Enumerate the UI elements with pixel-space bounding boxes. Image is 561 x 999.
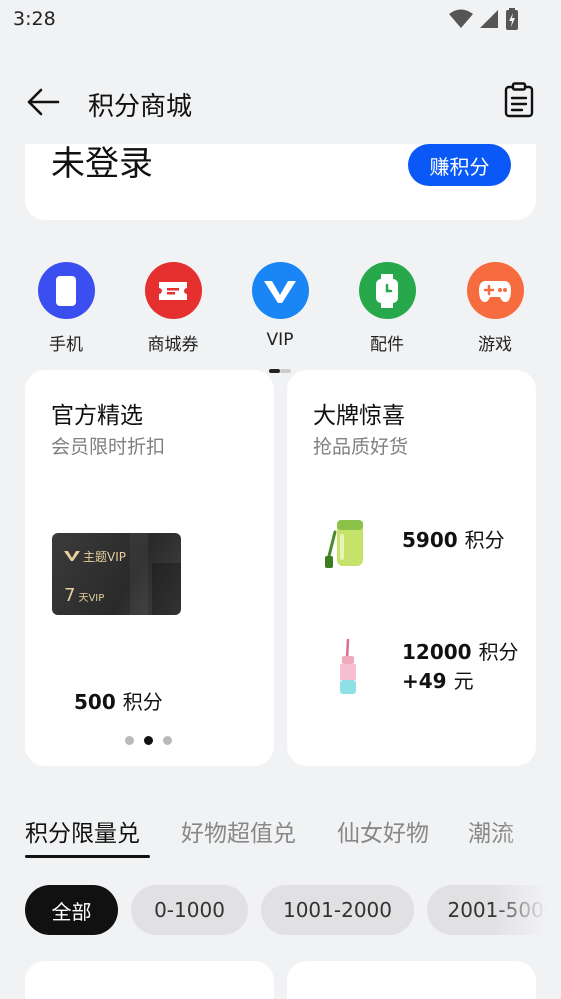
green-blender-cup-image	[323, 512, 375, 572]
category-label: VIP	[266, 330, 294, 350]
category-label: 配件	[370, 335, 404, 355]
category-coupon[interactable]: 商城券	[128, 262, 218, 355]
vip-theme-card-image[interactable]: 主题VIP 7 天VIP	[52, 533, 181, 615]
tab-fairy-goods[interactable]: 仙女好物	[337, 814, 429, 848]
filter-1001-2000[interactable]: 1001-2000	[261, 885, 414, 935]
category-tabs: 积分限量兑 好物超值兑 仙女好物 潮流	[0, 810, 561, 862]
tab-limited-redeem[interactable]: 积分限量兑	[25, 814, 140, 848]
price-unit: 积分	[122, 690, 163, 714]
coupon-icon	[144, 262, 202, 319]
promo-title: 大牌惊喜	[313, 403, 405, 429]
pink-water-flosser-image	[323, 638, 375, 698]
product-card[interactable]	[287, 961, 536, 999]
tab-active-underline	[25, 855, 150, 858]
signal-icon	[479, 9, 499, 33]
login-status[interactable]: 未登录	[51, 144, 153, 184]
price-line-cash: +49 元	[402, 667, 519, 696]
filter-all[interactable]: 全部	[25, 885, 118, 935]
product-price: 5900 积分	[402, 526, 505, 555]
category-label: 手机	[49, 335, 83, 355]
price-unit: 积分	[478, 640, 519, 664]
category-accessories[interactable]: 配件	[342, 262, 432, 355]
points-range-filters: 全部 0-1000 1001-2000 2001-5000	[0, 885, 561, 935]
carousel-dot-active	[144, 736, 153, 745]
category-vip[interactable]: VIP	[235, 262, 325, 350]
carousel-dots	[125, 736, 172, 745]
earn-points-button[interactable]: 赚积分	[408, 144, 511, 186]
status-icons	[449, 8, 519, 34]
tab-value-redeem[interactable]: 好物超值兑	[181, 814, 296, 848]
category-label: 商城券	[147, 335, 199, 355]
price-value: 12000	[402, 640, 472, 664]
category-games[interactable]: 游戏	[450, 262, 540, 355]
carousel-dot	[125, 736, 134, 745]
app-header: 积分商城	[0, 60, 561, 146]
vip-days-number: 7	[64, 585, 76, 606]
status-bar: 3:28	[0, 0, 561, 40]
filter-0-1000[interactable]: 0-1000	[131, 885, 248, 935]
page-title: 积分商城	[88, 92, 193, 122]
vip-days: 7 天VIP	[64, 585, 104, 606]
vip-logo-icon	[64, 547, 80, 566]
vip-days-unit: 天VIP	[78, 593, 105, 604]
orders-button[interactable]	[499, 82, 539, 122]
price-unit: 元	[453, 669, 474, 693]
status-time: 3:28	[13, 8, 56, 30]
promo-subtitle: 会员限时折扣	[51, 436, 166, 458]
vip-badge-text: 主题VIP	[83, 550, 126, 564]
price-value: 5900	[402, 528, 458, 552]
price-value: +49	[402, 669, 447, 693]
category-label: 游戏	[478, 335, 512, 355]
vip-icon	[251, 262, 309, 319]
user-card: 未登录 赚积分	[25, 144, 536, 220]
wifi-icon	[449, 9, 473, 33]
battery-charging-icon	[505, 8, 519, 34]
category-shortcuts: 手机 商城券 VIP 配件 游戏	[0, 262, 561, 362]
promo-title: 官方精选	[51, 403, 143, 429]
arrow-left-icon	[26, 87, 60, 121]
price-value: 500	[74, 690, 116, 714]
price-unit: 积分	[464, 528, 505, 552]
promo-card-official[interactable]: 官方精选 会员限时折扣 主题VIP 7 天VIP 500 积分	[25, 370, 274, 766]
vip-badge: 主题VIP	[64, 547, 126, 566]
phone-icon	[37, 262, 95, 319]
category-phone[interactable]: 手机	[21, 262, 111, 355]
watch-icon	[358, 262, 416, 319]
carousel-dot	[163, 736, 172, 745]
price-line-points: 12000 积分	[402, 638, 519, 667]
clipboard-icon	[503, 82, 535, 122]
product-price: 12000 积分 +49 元	[402, 638, 519, 696]
product-card[interactable]	[25, 961, 274, 999]
product-price: 500 积分	[74, 686, 163, 715]
promo-card-brands[interactable]: 大牌惊喜 抢品质好货 5900 积分 12000 积分 +49 元	[287, 370, 536, 766]
promo-subtitle: 抢品质好货	[313, 436, 409, 458]
back-button[interactable]	[22, 86, 64, 122]
gamepad-icon	[466, 262, 524, 319]
category-page-indicator	[269, 369, 291, 373]
